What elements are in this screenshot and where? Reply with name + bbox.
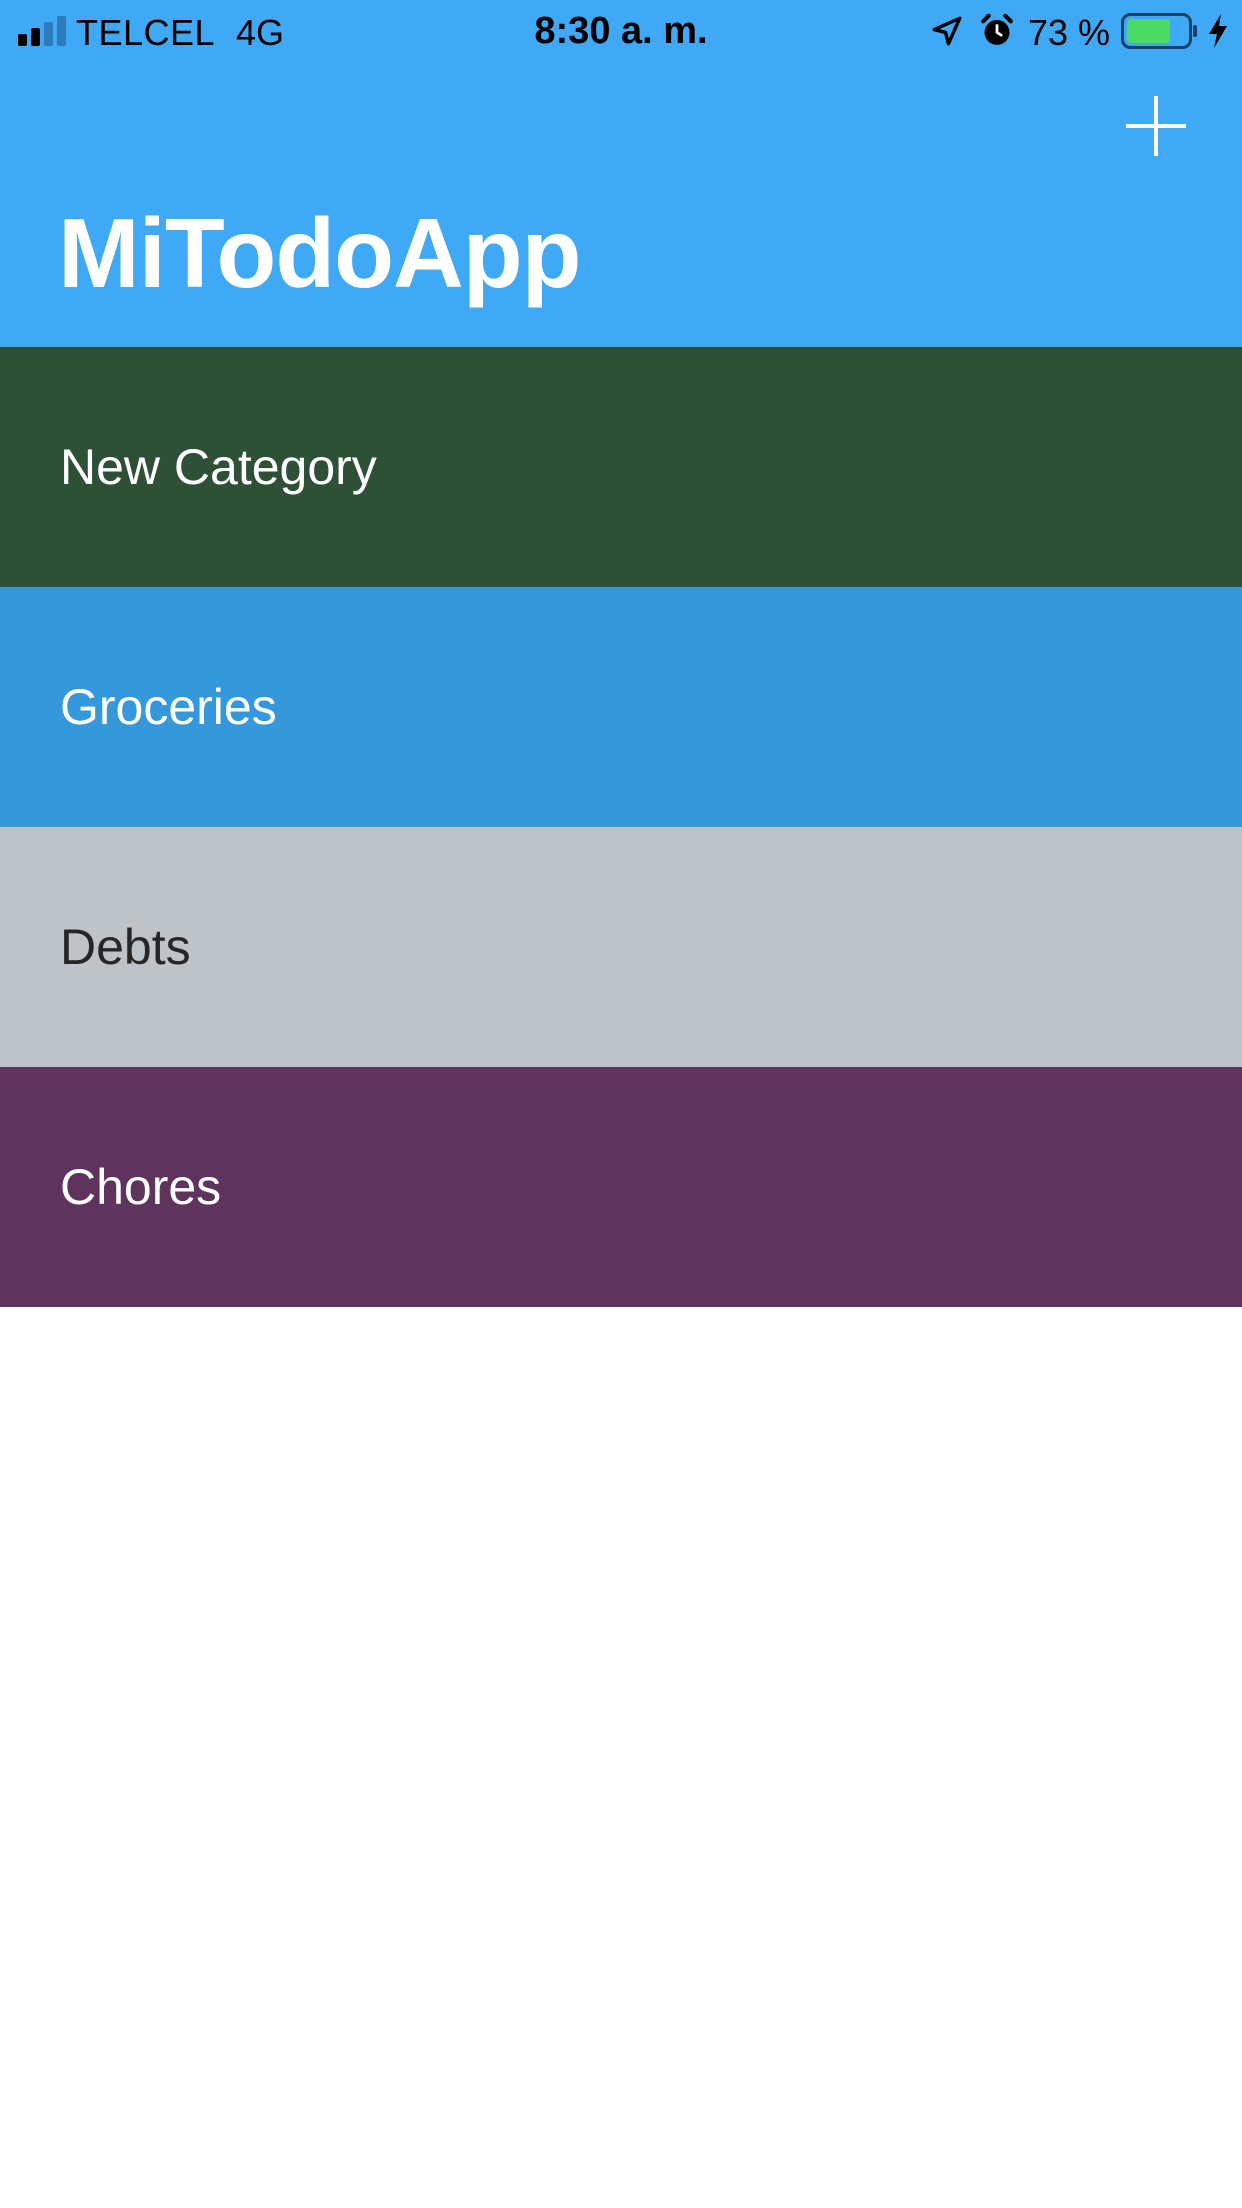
category-label: New Category bbox=[60, 439, 377, 495]
battery-percent: 73 % bbox=[1028, 12, 1111, 53]
category-label: Debts bbox=[60, 919, 191, 975]
category-row-chores[interactable]: Chores bbox=[0, 1067, 1242, 1307]
status-bar: TELCEL 4G 8:30 a. m. 73 % bbox=[0, 0, 1242, 62]
location-arrow-icon bbox=[932, 16, 962, 46]
category-row-debts[interactable]: Debts bbox=[0, 827, 1242, 1067]
page-title: MiTodoApp bbox=[58, 198, 582, 308]
navigation-bar: TELCEL 4G 8:30 a. m. 73 % MiTodoApp bbox=[0, 0, 1242, 347]
add-category-button[interactable] bbox=[1126, 96, 1186, 156]
category-label: Groceries bbox=[60, 679, 277, 735]
category-row-groceries[interactable]: Groceries bbox=[0, 587, 1242, 827]
category-list: New Category Groceries Debts Chores bbox=[0, 347, 1242, 1307]
battery-icon bbox=[1121, 13, 1197, 49]
alarm-icon bbox=[981, 13, 1013, 45]
charging-bolt-icon bbox=[1209, 14, 1227, 48]
category-row-new-category[interactable]: New Category bbox=[0, 347, 1242, 587]
category-label: Chores bbox=[60, 1159, 222, 1215]
